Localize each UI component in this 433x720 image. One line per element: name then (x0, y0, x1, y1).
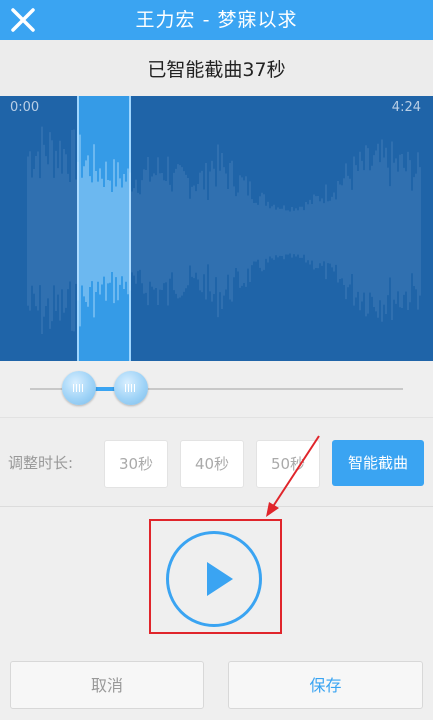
title-bar: 王力宏 - 梦寐以求 (0, 0, 433, 40)
end-time: 4:24 (391, 100, 421, 115)
duration-40s-button[interactable]: 40秒 (180, 440, 244, 488)
range-slider[interactable] (0, 361, 433, 417)
duration-label: 调整时长: (8, 454, 74, 472)
waveform-graph (27, 96, 421, 361)
start-time: 0:00 (10, 100, 40, 115)
cancel-button[interactable]: 取消 (10, 661, 204, 709)
play-icon (207, 562, 233, 596)
duration-bar: 调整时长: 30秒 40秒 50秒 智能截曲 (0, 417, 433, 507)
end-handle[interactable] (114, 371, 148, 405)
grip-icon (73, 384, 85, 392)
song-title: 王力宏 - 梦寐以求 (135, 9, 298, 31)
duration-30s-button[interactable]: 30秒 (104, 440, 168, 488)
duration-50s-button[interactable]: 50秒 (256, 440, 320, 488)
grip-icon (125, 384, 137, 392)
clip-status: 已智能截曲37秒 (0, 40, 433, 96)
smart-clip-button[interactable]: 智能截曲 (332, 440, 424, 486)
start-handle[interactable] (62, 371, 96, 405)
waveform-view[interactable]: 0:00 4:24 (0, 96, 433, 361)
save-button[interactable]: 保存 (228, 661, 423, 709)
play-button[interactable] (166, 531, 262, 627)
